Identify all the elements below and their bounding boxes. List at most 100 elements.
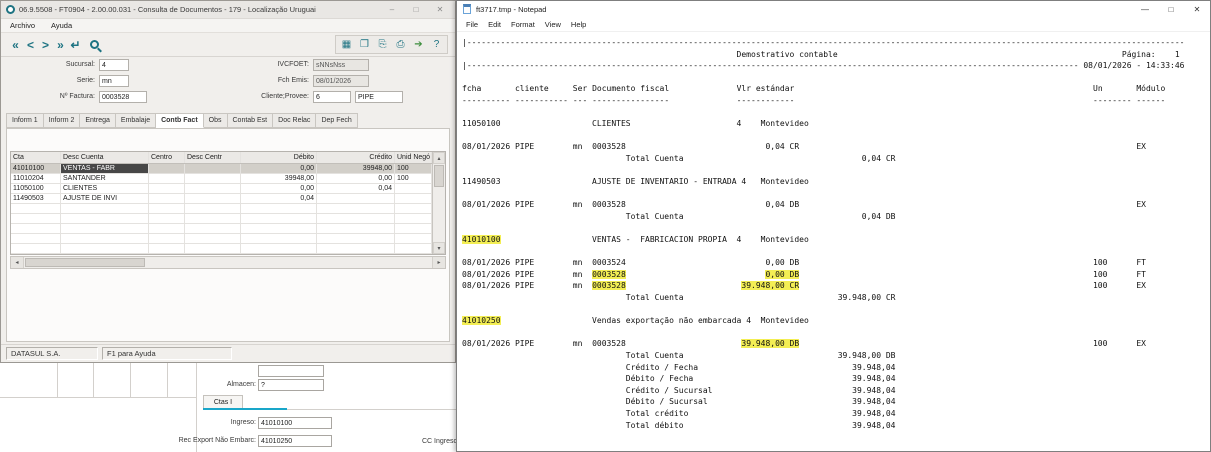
report-line[interactable]: 08/01/2026 PIPE mn 0003528 39.948,00 DB … (462, 338, 1210, 350)
report-line[interactable]: Crédito / Sucursal 39.948,04 (462, 385, 1210, 397)
cell-credito[interactable]: 0,04 (317, 184, 395, 193)
grid-row-41010100[interactable]: 41010100 VENTAS - FABR 0,00 39948,00 100 (11, 164, 432, 174)
cell-unid-nego[interactable]: 100 (395, 164, 432, 173)
report-line[interactable] (462, 107, 1210, 119)
search-icon[interactable] (90, 40, 99, 49)
grid-row-11010204[interactable]: 11010204 SANTANDER 39948,00 0,00 100 (11, 174, 432, 184)
grid-row-11490503[interactable]: 11490503 AJUSTE DE INVI 0,04 (11, 194, 432, 204)
cell-credito[interactable]: 39948,00 (317, 164, 395, 173)
notepad-text-area[interactable]: |---------------------------------------… (457, 32, 1210, 451)
serie-field[interactable]: mn (99, 75, 129, 87)
rec-export-field[interactable]: 41010250 (258, 435, 332, 447)
report-line[interactable]: Demostrativo contable Página: 1 (462, 49, 1210, 61)
cell-desc-cuenta[interactable]: CLIENTES (61, 184, 149, 193)
first-record-icon[interactable]: « (8, 33, 23, 57)
grid-horizontal-scrollbar[interactable]: ◂ ▸ (10, 256, 446, 269)
report-line[interactable]: 41010250 Vendas exportação não embarcada… (462, 315, 1210, 327)
cliente-name-field[interactable]: PIPE (355, 91, 403, 103)
scroll-up-icon[interactable]: ▴ (433, 152, 445, 164)
report-line[interactable]: Total Cuenta 39.948,00 CR (462, 292, 1210, 304)
menu-edit[interactable]: Edit (483, 20, 506, 29)
menu-ayuda[interactable]: Ayuda (51, 21, 72, 30)
cell-unid-nego[interactable] (395, 194, 432, 203)
tab-dep-fech[interactable]: Dep Fech (316, 113, 358, 128)
report-line[interactable]: ---------- ----------- --- -------------… (462, 95, 1210, 107)
report-line[interactable]: Total débito 39.948,04 (462, 420, 1210, 432)
cell-centro[interactable] (149, 174, 185, 183)
minimize-button[interactable]: – (382, 3, 402, 17)
maximize-button[interactable]: □ (406, 3, 426, 17)
report-line[interactable]: Total Cuenta 0,04 DB (462, 211, 1210, 223)
cell-desc-cuenta[interactable]: SANTANDER (61, 174, 149, 183)
vertical-scroll-thumb[interactable] (434, 165, 444, 187)
export-icon[interactable]: ➔ (411, 37, 426, 52)
report-line[interactable]: 08/01/2026 PIPE mn 0003528 39.948,00 CR … (462, 280, 1210, 292)
cell-desc-centr[interactable] (185, 184, 241, 193)
cell-centro[interactable] (149, 194, 185, 203)
tab-entrega[interactable]: Entrega (80, 113, 116, 128)
report-line[interactable]: |---------------------------------------… (462, 37, 1210, 49)
report-line[interactable]: 08/01/2026 PIPE mn 0003524 0,00 DB 100 F… (462, 257, 1210, 269)
cliente-code-field[interactable]: 6 (313, 91, 351, 103)
report-line[interactable]: 08/01/2026 PIPE mn 0003528 0,00 DB 100 F… (462, 269, 1210, 281)
horizontal-scroll-thumb[interactable] (25, 258, 145, 267)
report-line[interactable]: Total Cuenta 39.948,00 DB (462, 350, 1210, 362)
report-line[interactable]: 11490503 AJUSTE DE INVENTARIO - ENTRADA … (462, 176, 1210, 188)
cell-credito[interactable]: 0,00 (317, 174, 395, 183)
report-line[interactable] (462, 188, 1210, 200)
report-line[interactable]: |---------------------------------------… (462, 60, 1210, 72)
report-line[interactable]: 11050100 CLIENTES 4 Montevideo (462, 118, 1210, 130)
menu-help[interactable]: Help (566, 20, 591, 29)
report-line[interactable]: Total crédito 39.948,04 (462, 408, 1210, 420)
tab-embalaje[interactable]: Embalaje (115, 113, 157, 128)
next-record-icon[interactable]: > (38, 33, 53, 57)
clipped-field[interactable] (258, 365, 324, 377)
tab-doc-relac[interactable]: Doc Relac (273, 113, 317, 128)
last-record-icon[interactable]: » (53, 33, 68, 57)
almacen-field[interactable]: ? (258, 379, 324, 391)
cell-desc-cuenta[interactable]: AJUSTE DE INVI (61, 194, 149, 203)
report-line[interactable]: 08/01/2026 PIPE mn 0003528 0,04 DB EX (462, 199, 1210, 211)
report-line[interactable] (462, 246, 1210, 258)
cell-cta[interactable]: 41010100 (11, 164, 61, 173)
report-line[interactable] (462, 165, 1210, 177)
menu-view[interactable]: View (540, 20, 566, 29)
print-icon[interactable]: ⎙ (393, 37, 408, 52)
report-line[interactable] (462, 304, 1210, 316)
tab-inform-2[interactable]: Inform 2 (43, 113, 81, 128)
fch-emis-field[interactable]: 08/01/2026 (313, 75, 369, 87)
copy-icon[interactable]: ❐ (357, 37, 372, 52)
report-line[interactable] (462, 327, 1210, 339)
menu-file[interactable]: File (461, 20, 483, 29)
grid-vertical-scrollbar[interactable]: ▴ ▾ (432, 152, 445, 254)
cell-cta[interactable]: 11010204 (11, 174, 61, 183)
report-line[interactable]: Débito / Sucursal 39.948,04 (462, 396, 1210, 408)
cell-desc-centr[interactable] (185, 164, 241, 173)
cell-desc-centr[interactable] (185, 194, 241, 203)
cell-centro[interactable] (149, 164, 185, 173)
tab-obs[interactable]: Obs (203, 113, 228, 128)
ivcfoet-field[interactable]: sNNsNss (313, 59, 369, 71)
cell-debito[interactable]: 0,04 (241, 194, 317, 203)
close-button[interactable]: ✕ (430, 3, 450, 17)
maximize-button[interactable]: □ (1158, 1, 1184, 17)
report-line[interactable] (462, 72, 1210, 84)
report-line[interactable]: fcha cliente Ser Documento fiscal Vlr es… (462, 83, 1210, 95)
cell-cta[interactable]: 11050100 (11, 184, 61, 193)
cell-centro[interactable] (149, 184, 185, 193)
cell-debito[interactable]: 0,00 (241, 164, 317, 173)
grid-row-11050100[interactable]: 11050100 CLIENTES 0,00 0,04 (11, 184, 432, 194)
report-text[interactable]: |---------------------------------------… (462, 37, 1210, 431)
go-icon[interactable]: ↵ (68, 33, 83, 57)
menu-archivo[interactable]: Archivo (10, 21, 35, 30)
cell-debito[interactable]: 39948,00 (241, 174, 317, 183)
prev-record-icon[interactable]: < (23, 33, 38, 57)
scroll-right-icon[interactable]: ▸ (432, 257, 445, 268)
report-line[interactable]: Total Cuenta 0,04 CR (462, 153, 1210, 165)
cell-debito[interactable]: 0,00 (241, 184, 317, 193)
report-line[interactable] (462, 223, 1210, 235)
menu-format[interactable]: Format (506, 20, 540, 29)
tab-ctas-1[interactable]: Ctas I (203, 395, 243, 408)
ingreso-field[interactable]: 41010100 (258, 417, 332, 429)
cell-unid-nego[interactable] (395, 184, 432, 193)
